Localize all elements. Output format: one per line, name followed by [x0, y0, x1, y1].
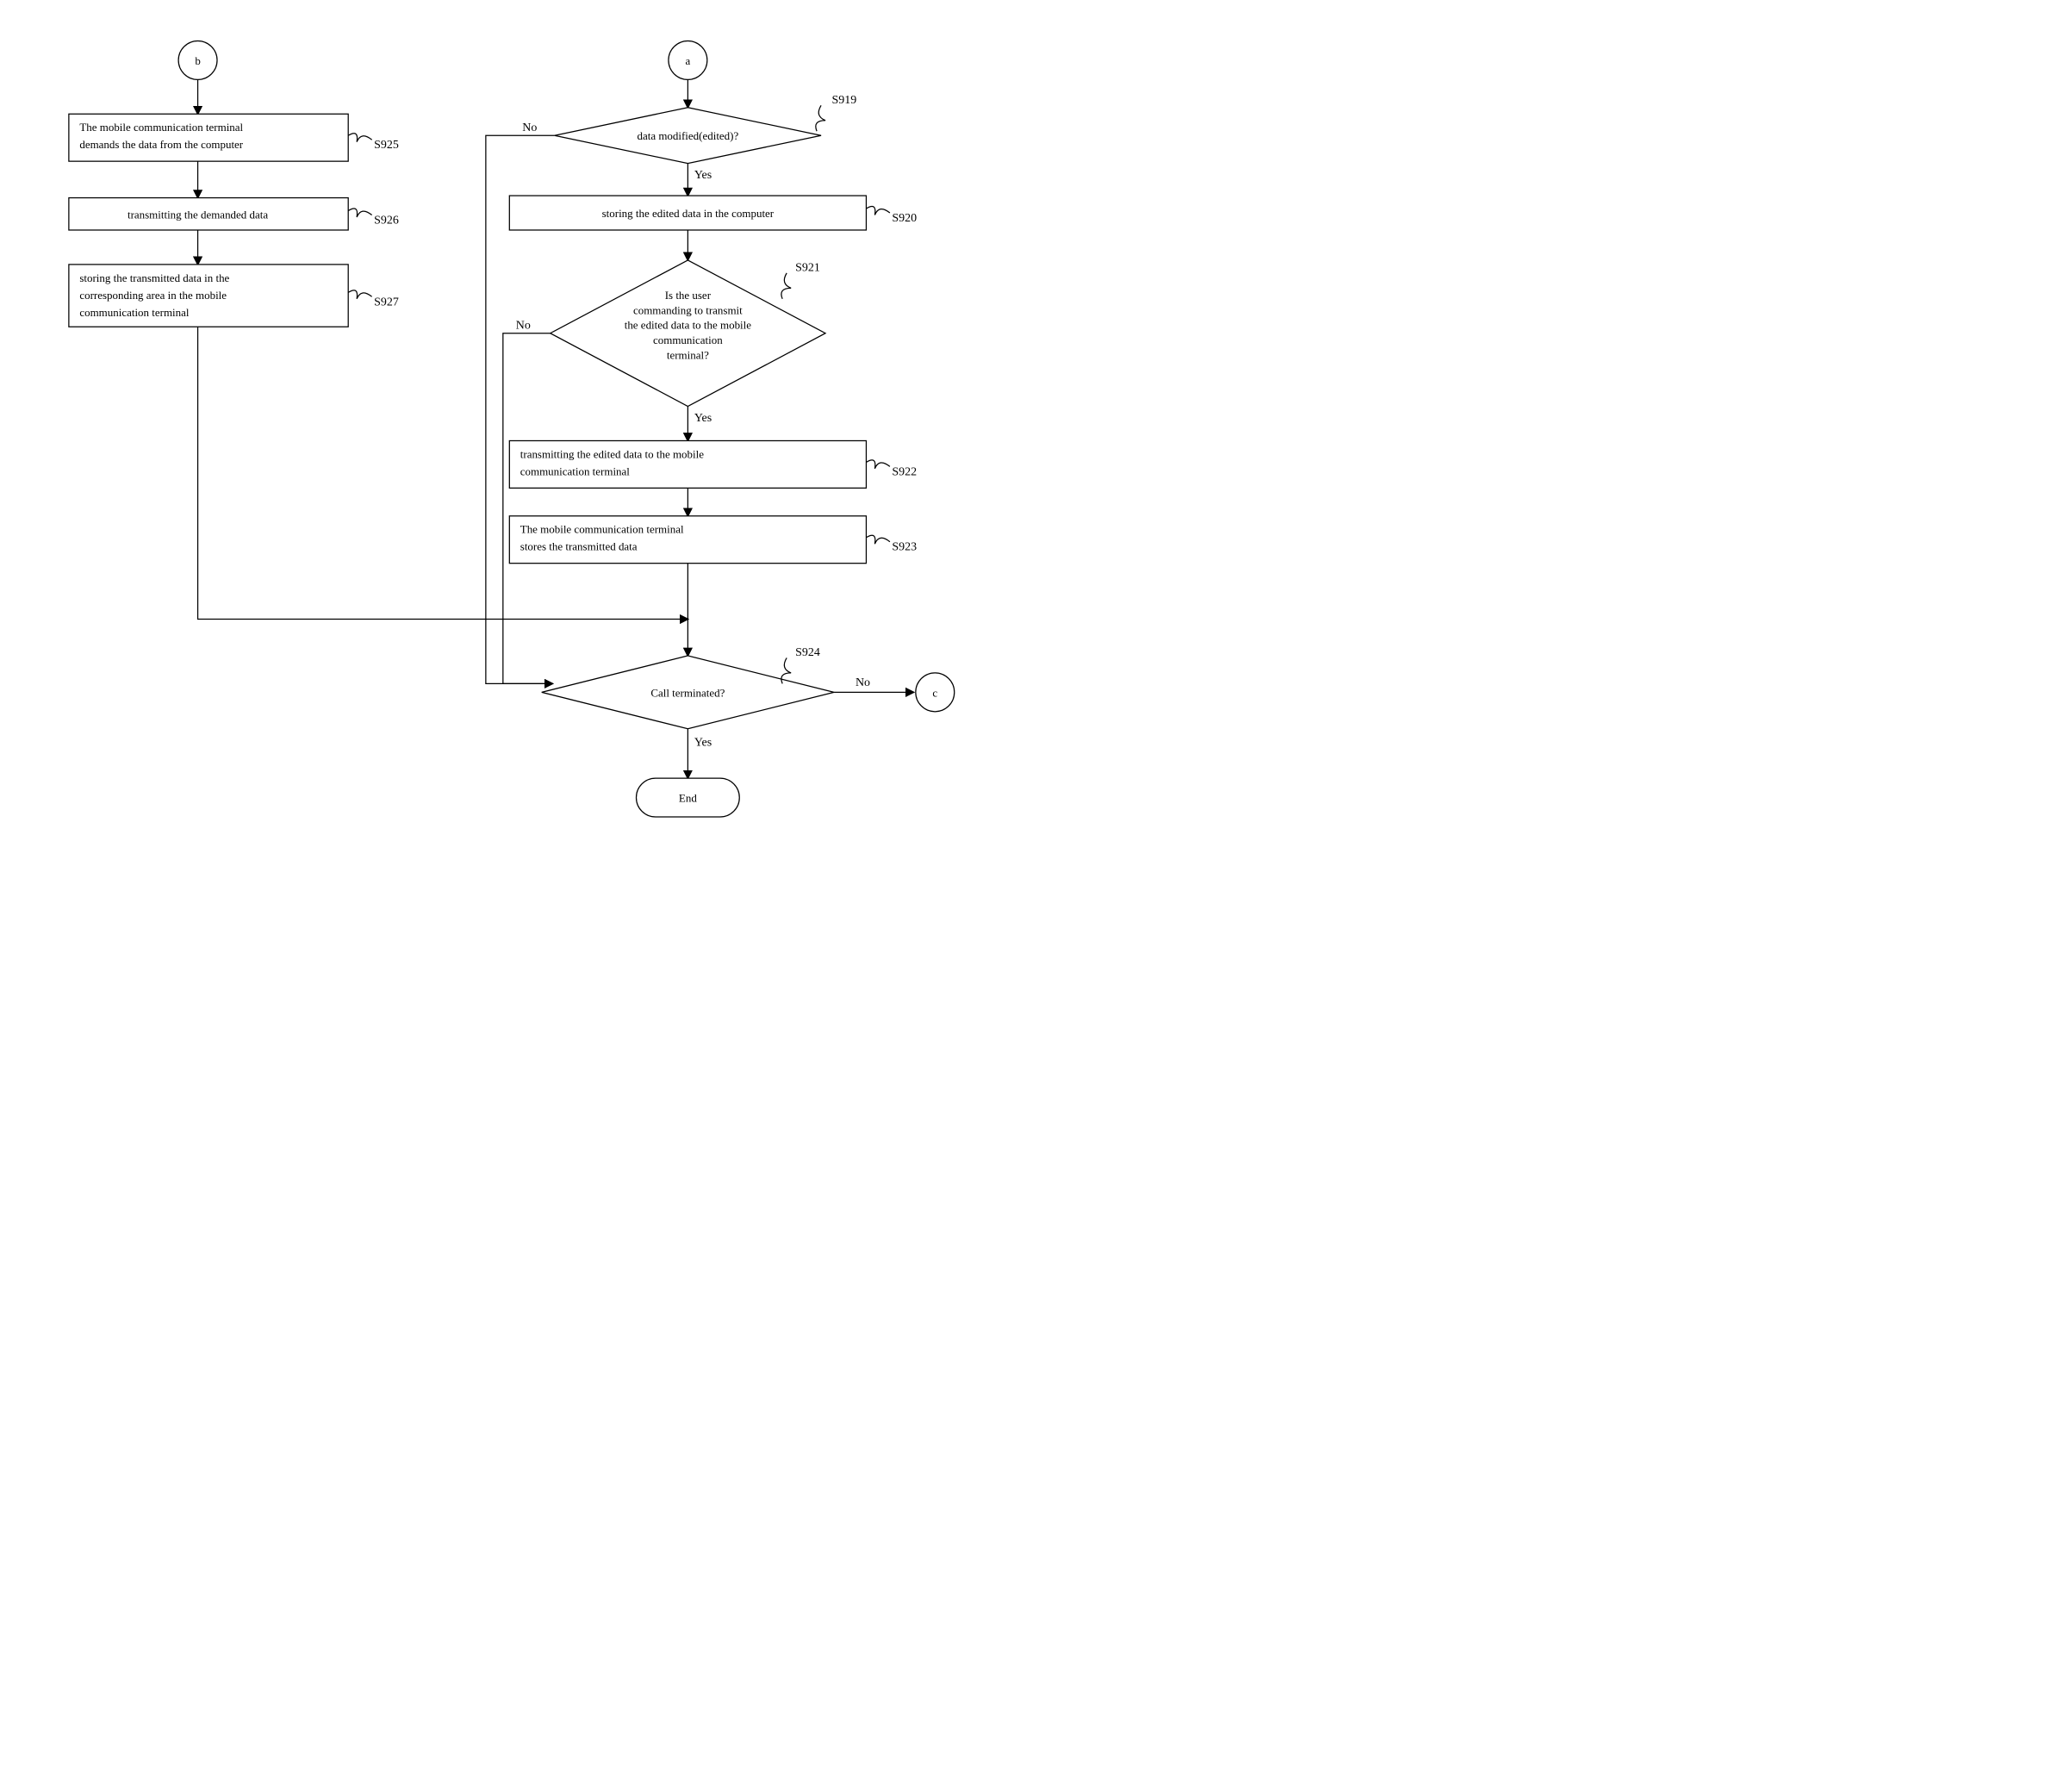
connector-b-label: b — [195, 54, 200, 67]
connector-c-label: c — [932, 686, 937, 699]
yes-label-3: Yes — [694, 737, 712, 750]
step-label-s920: S920 — [892, 212, 917, 225]
step-label-s922: S922 — [892, 465, 917, 478]
process-store-edited-text: storing the edited data in the computer — [602, 207, 775, 220]
d921-line5: terminal? — [667, 349, 709, 362]
connector-a-label: a — [685, 54, 690, 67]
s925-line2: demands the data from the computer — [79, 138, 243, 151]
no-label-3: No — [856, 676, 870, 689]
s927-line3: communication terminal — [79, 306, 190, 319]
yes-label-2: Yes — [694, 412, 712, 425]
step-label-s927: S927 — [374, 296, 399, 308]
s923-line2: stores the transmitted data — [520, 540, 638, 553]
s923-line1: The mobile communication terminal — [520, 523, 684, 536]
decision-data-modified-text: data modified(edited)? — [638, 129, 739, 142]
step-label-s923: S923 — [892, 541, 917, 554]
no-label-2: No — [516, 320, 531, 333]
s922-line1: transmitting the edited data to the mobi… — [520, 447, 704, 460]
s927-line2: corresponding area in the mobile — [79, 289, 227, 302]
d921-line4: communication — [653, 333, 723, 346]
s925-line1: The mobile communication terminal — [79, 121, 243, 134]
s927-line1: storing the transmitted data in the — [79, 271, 229, 284]
step-label-s925: S925 — [374, 139, 399, 152]
step-label-s919: S919 — [832, 94, 857, 107]
process-transmit-demanded-text: transmitting the demanded data — [128, 209, 268, 221]
flowchart: a data modified(edited)? S919 No Yes sto… — [17, 17, 1051, 907]
terminator-end-text: End — [679, 792, 697, 805]
d921-line3: the edited data to the mobile — [625, 319, 752, 332]
no-label-1: No — [522, 122, 537, 134]
d921-line2: commanding to transmit — [633, 303, 743, 316]
yes-label-1: Yes — [694, 169, 712, 182]
s922-line2: communication terminal — [520, 464, 631, 477]
decision-call-terminated-text: Call terminated? — [650, 686, 725, 699]
d921-line1: Is the user — [665, 289, 712, 302]
step-label-s924: S924 — [795, 646, 820, 659]
step-label-s926: S926 — [374, 214, 399, 227]
step-label-s921: S921 — [795, 261, 820, 274]
